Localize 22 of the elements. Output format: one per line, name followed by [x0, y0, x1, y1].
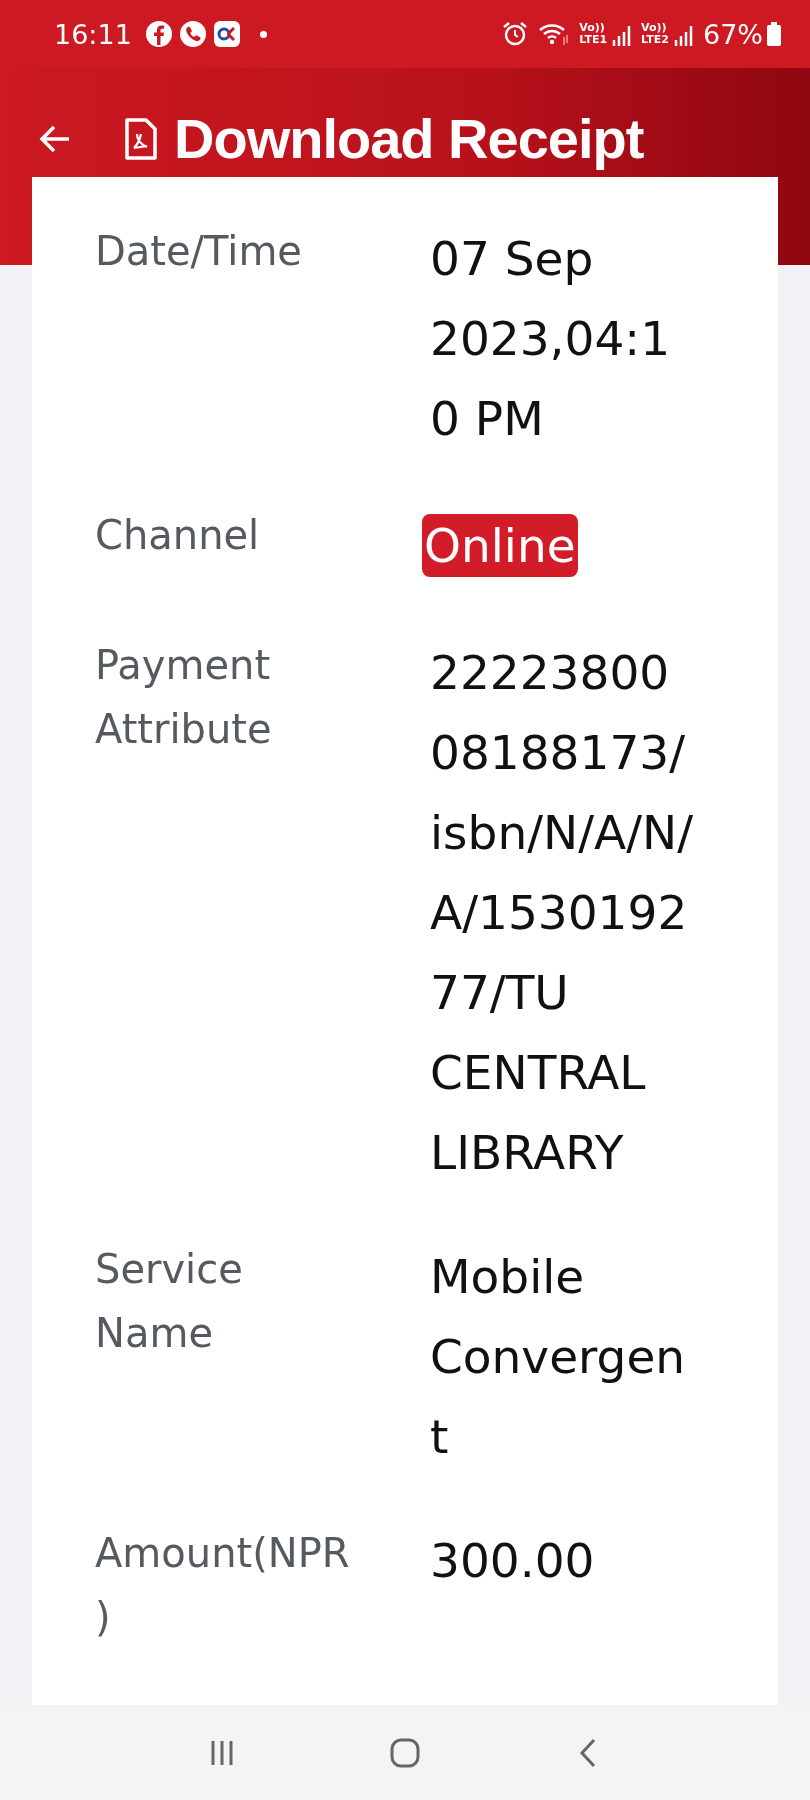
field-label: Amount(NPR)	[95, 1529, 351, 1642]
sim-label: Vo)) LTE2	[641, 22, 669, 46]
facebook-icon	[145, 21, 172, 47]
status-time: 16:11	[54, 18, 132, 50]
page-title: Download Receipt	[174, 106, 644, 171]
pdf-file-icon	[124, 117, 158, 160]
phone-icon	[179, 21, 206, 47]
field-value: 300.00	[430, 1532, 596, 1590]
field-value: 2222380008188173/isbn/N/A/N/A/153019277/TU CENTRAL LIBRARY	[430, 644, 694, 1182]
field-label: Payment Attribute	[95, 641, 273, 754]
field-value: Mobile Convergent	[430, 1248, 687, 1466]
app-icon	[213, 21, 240, 47]
sim-label: Vo)) LTE1	[579, 22, 608, 46]
battery-percent: 67%	[703, 18, 763, 50]
field-label: Channel	[95, 511, 261, 560]
channel-badge: Online	[422, 514, 578, 577]
field-label: Date/Time	[95, 227, 303, 276]
field-label: Service Name	[95, 1245, 244, 1358]
field-value: 07 Sep 2023,04:10 PM	[430, 230, 672, 448]
notification-dot	[259, 30, 267, 38]
battery-icon	[766, 21, 782, 47]
wifi-icon	[537, 21, 570, 47]
